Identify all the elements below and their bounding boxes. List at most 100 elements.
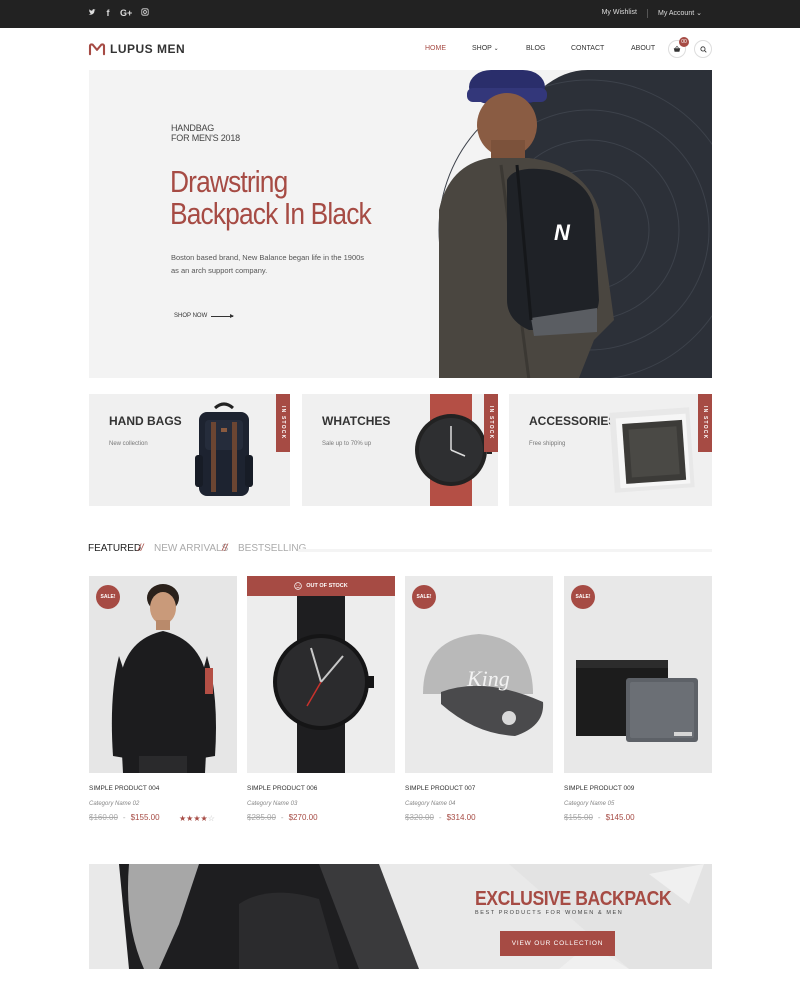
in-stock-ribbon: IN STOCK xyxy=(276,394,290,452)
basket-icon xyxy=(673,45,681,52)
star-filled-icon: ★ xyxy=(200,814,208,823)
product-category[interactable]: Category Name 03 xyxy=(247,801,297,807)
hero-eyebrow: HANDBAG FOR MEN'S 2018 xyxy=(171,123,240,143)
product-card[interactable]: OUT OF STOCK SIMPLE PRODUCT 006 Category… xyxy=(247,576,395,822)
product-tabs: FEATURED // NEW ARRIVALS // BESTSELLING xyxy=(88,543,712,557)
nav-about[interactable]: ABOUT xyxy=(631,45,655,52)
product-category[interactable]: Category Name 05 xyxy=(564,801,614,807)
category-card-accessories[interactable]: ACCESSORIES Free shipping IN STOCK xyxy=(509,394,712,506)
tab-featured[interactable]: FEATURED xyxy=(88,543,141,554)
account-label: My Account xyxy=(657,10,695,17)
category-subtitle: Sale up to 70% up xyxy=(322,441,372,447)
google-plus-icon[interactable]: G+ xyxy=(120,8,132,18)
old-price: $285.00 xyxy=(247,813,276,822)
category-card-watches[interactable]: WHATCHES Sale up to 70% up IN STOCK xyxy=(302,394,498,506)
wishlist-link[interactable]: My Wishlist xyxy=(592,9,647,18)
banner-subtitle: BEST PRODUCTS FOR WOMEN & MEN xyxy=(475,910,624,916)
nav-contact[interactable]: CONTACT xyxy=(571,45,604,52)
star-filled-icon: ★ xyxy=(193,814,201,823)
search-icon xyxy=(699,45,707,53)
product-prices: $285.00 - $270.00 xyxy=(247,813,318,822)
category-title: HAND BAGS xyxy=(109,414,182,428)
nav-shop-label: SHOP xyxy=(472,45,492,52)
product-prices: $320.00 - $314.00 xyxy=(405,813,476,822)
product-image[interactable]: King SALE! xyxy=(405,576,553,773)
banner-model-image xyxy=(119,864,712,969)
product-prices: $160.00 - $155.00 xyxy=(89,813,160,822)
twitter-icon[interactable] xyxy=(88,8,96,18)
tab-separator: // xyxy=(138,543,144,554)
nav-blog[interactable]: BLOG xyxy=(526,45,545,52)
product-image[interactable]: SALE! xyxy=(564,576,712,773)
current-price: $155.00 xyxy=(130,813,160,822)
tab-separator: // xyxy=(222,543,228,554)
instagram-icon[interactable] xyxy=(141,8,149,18)
scarf-image xyxy=(609,407,695,493)
view-collection-button[interactable]: VIEW OUR COLLECTION xyxy=(500,931,615,956)
top-links: My Wishlist My Account ⌄ xyxy=(592,9,712,18)
nav-shop[interactable]: SHOP ⌄ xyxy=(472,45,499,52)
category-card-handbags[interactable]: HAND BAGS New collection IN STOCK xyxy=(89,394,290,506)
in-stock-ribbon: IN STOCK xyxy=(484,394,498,452)
tabs-divider xyxy=(298,549,712,552)
product-name[interactable]: SIMPLE PRODUCT 006 xyxy=(247,785,317,792)
sad-face-icon xyxy=(294,582,302,590)
chevron-down-icon: ⌄ xyxy=(696,10,702,17)
product-category[interactable]: Category Name 04 xyxy=(405,801,455,807)
facebook-icon[interactable]: f xyxy=(105,8,111,18)
svg-text:N: N xyxy=(554,220,571,245)
category-title: WHATCHES xyxy=(322,414,391,428)
logo[interactable]: LUPUS MEN xyxy=(88,42,185,56)
in-stock-ribbon: IN STOCK xyxy=(698,394,712,452)
account-link[interactable]: My Account ⌄ xyxy=(648,9,712,18)
cart-count-badge: 00 xyxy=(679,37,689,47)
price-dash: - xyxy=(122,813,126,822)
hero-model-image: N xyxy=(439,70,614,378)
star-empty-icon: ☆ xyxy=(207,814,215,823)
search-button[interactable] xyxy=(694,40,712,58)
svg-text:King: King xyxy=(466,666,510,691)
category-subtitle: New collection xyxy=(109,441,148,447)
top-bar: f G+ My Wishlist My Account ⌄ xyxy=(0,0,800,28)
rating-stars: ★★★★☆ xyxy=(179,814,215,823)
product-name[interactable]: SIMPLE PRODUCT 009 xyxy=(564,785,634,792)
old-price: $160.00 xyxy=(89,813,118,822)
banner-title: EXCLUSIVE BACKPACK xyxy=(475,888,672,910)
promo-banner: EXCLUSIVE BACKPACK BEST PRODUCTS FOR WOM… xyxy=(89,864,712,969)
logo-text: LUPUS MEN xyxy=(110,42,186,56)
tab-new-arrivals[interactable]: NEW ARRIVALS xyxy=(154,543,228,554)
product-name[interactable]: SIMPLE PRODUCT 007 xyxy=(405,785,475,792)
tab-bestselling[interactable]: BESTSELLING xyxy=(238,543,306,554)
out-of-stock-label: OUT OF STOCK xyxy=(306,583,348,589)
main-header: LUPUS MEN HOME SHOP ⌄ BLOG CONTACT ABOUT… xyxy=(0,28,800,70)
product-card[interactable]: King SALE! SIMPLE PRODUCT 007 Category N… xyxy=(405,576,553,822)
price-dash: - xyxy=(438,813,442,822)
hero-banner: N HANDBAG FOR MEN'S 2018 Drawstring Back… xyxy=(89,70,712,378)
logo-mark-icon xyxy=(88,43,106,56)
product-card[interactable]: SALE! SIMPLE PRODUCT 004 Category Name 0… xyxy=(89,576,237,823)
sale-badge: SALE! xyxy=(571,585,595,609)
shop-now-link[interactable]: SHOP NOW xyxy=(174,313,235,319)
social-links: f G+ xyxy=(88,8,149,18)
backpack-image xyxy=(195,402,253,496)
nav-home[interactable]: HOME xyxy=(425,45,446,52)
hero-title: Drawstring Backpack In Black xyxy=(170,164,372,231)
old-price: $155.00 xyxy=(564,813,593,822)
price-dash: - xyxy=(597,813,601,822)
product-image[interactable]: OUT OF STOCK xyxy=(247,576,395,773)
product-image[interactable]: SALE! xyxy=(89,576,237,773)
product-name[interactable]: SIMPLE PRODUCT 004 xyxy=(89,785,159,792)
product-prices: $155.00 - $145.00 xyxy=(564,813,635,822)
sale-badge: SALE! xyxy=(96,585,120,609)
product-card[interactable]: SALE! SIMPLE PRODUCT 009 Category Name 0… xyxy=(564,576,712,822)
product-category[interactable]: Category Name 02 xyxy=(89,801,139,807)
black-watch-image xyxy=(273,596,374,773)
cart-button[interactable]: 00 xyxy=(668,37,689,58)
arrow-right-icon xyxy=(211,313,235,318)
old-price: $320.00 xyxy=(405,813,434,822)
current-price: $314.00 xyxy=(446,813,476,822)
out-of-stock-banner: OUT OF STOCK xyxy=(247,576,395,596)
chevron-down-icon: ⌄ xyxy=(493,46,499,52)
price-dash: - xyxy=(280,813,284,822)
hero-description: Boston based brand, New Balance began li… xyxy=(171,253,365,275)
